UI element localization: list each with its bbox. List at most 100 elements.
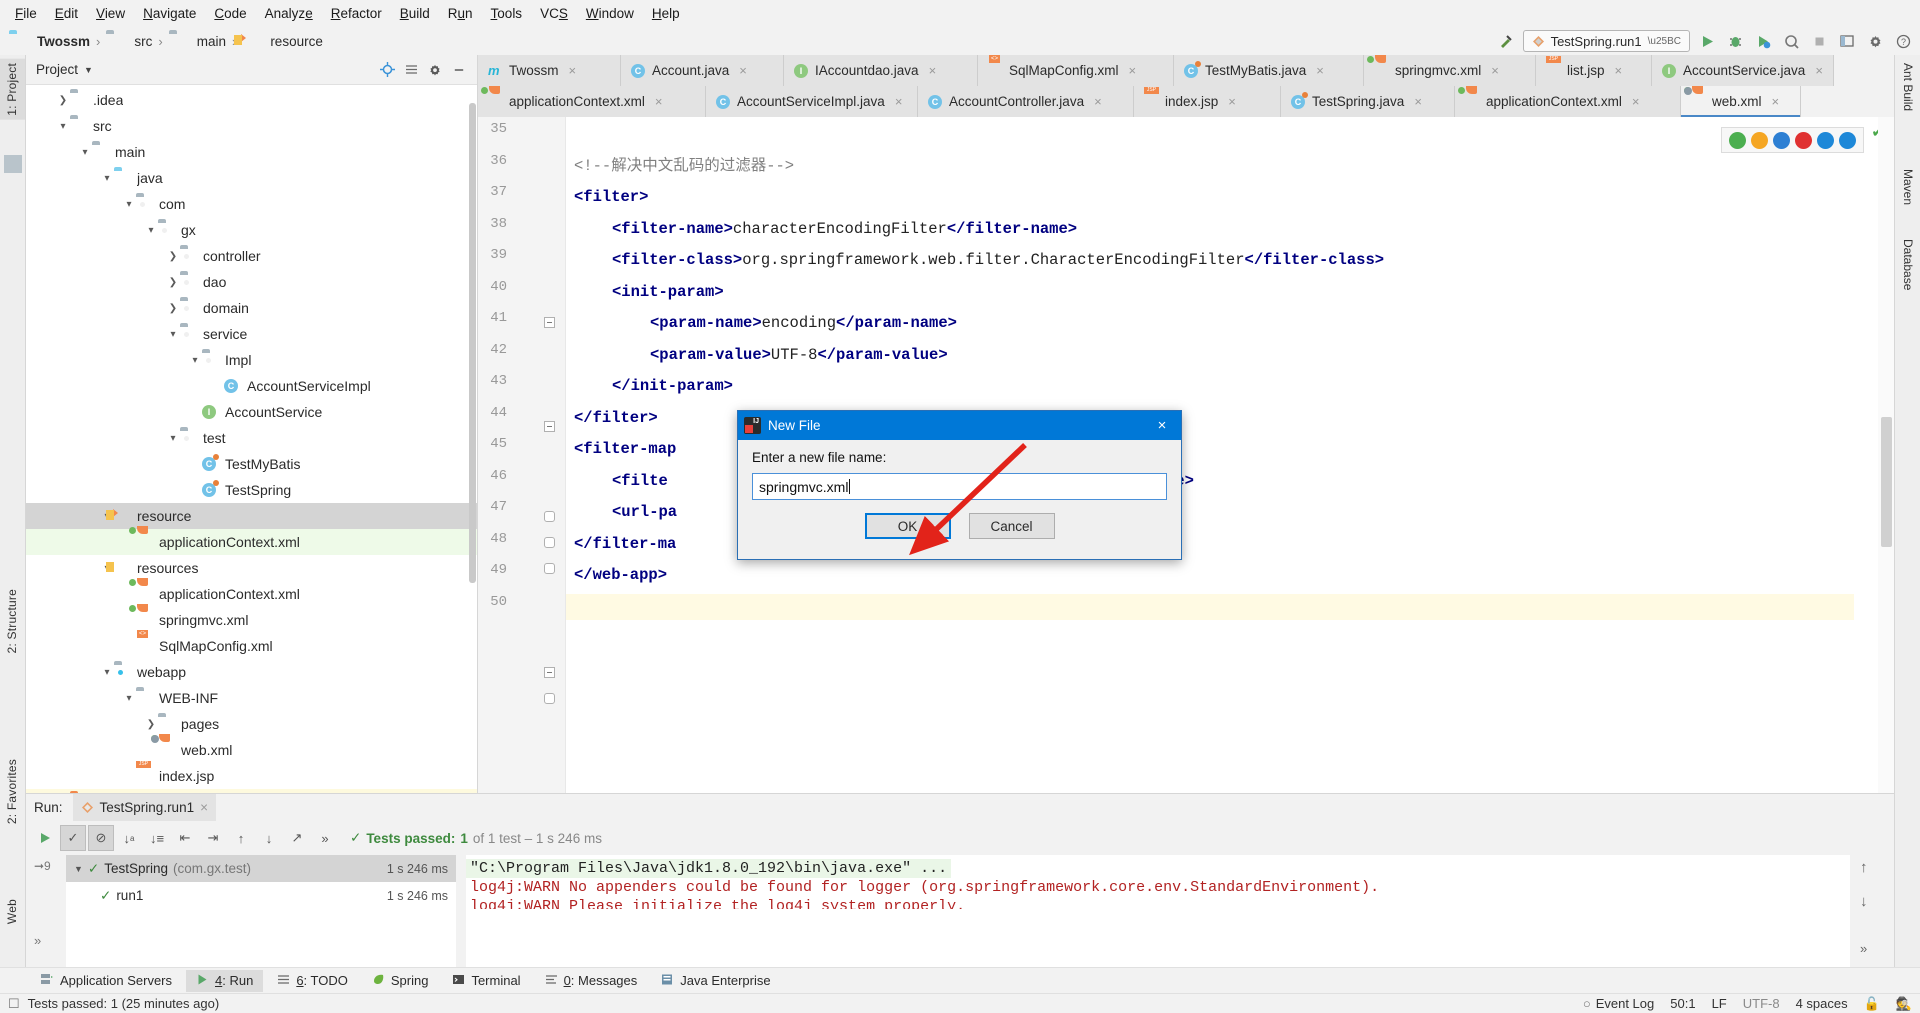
code-line[interactable]: <!--解决中文乱码的过滤器--> [574, 153, 794, 179]
code-line[interactable]: <filte [574, 468, 668, 494]
bottom-tool-0-messages[interactable]: 0: Messages [535, 970, 648, 992]
project-panel-title[interactable]: Project [32, 62, 82, 77]
editor-area[interactable]: 35 36 37 38 39 40 41 42 43 44 45 46 47 48 49 50 <!--解决中… [478, 117, 1894, 793]
editor-tab-row-1[interactable]: m Twossm × C Account.java × I IAccountdao.java ×… [478, 55, 1894, 86]
menu-item-vcs[interactable]: VCS [531, 3, 577, 24]
menu-item-edit[interactable]: Edit [46, 3, 87, 24]
prev-icon[interactable]: ↑ [228, 825, 254, 851]
hide-ignored-icon[interactable]: ⊘ [88, 825, 114, 851]
sidebar-item-ant-build[interactable]: Ant Build [1895, 59, 1920, 115]
tree-item[interactable]: web.xml [26, 735, 477, 763]
code-line[interactable]: <param-value>UTF-8</param-value> [574, 342, 948, 368]
tree-item[interactable]: ▾ test [26, 425, 477, 451]
tree-item[interactable]: index.jsp [26, 763, 477, 789]
sort-alpha-icon[interactable]: ↓ a [116, 825, 142, 851]
breakpoint-counter[interactable]: ➞9 [34, 859, 51, 873]
bottom-tool-application-servers[interactable]: Application Servers [30, 969, 182, 992]
cancel-button[interactable]: Cancel [968, 513, 1055, 539]
bottom-tool-terminal[interactable]: Terminal [442, 970, 530, 992]
close-icon[interactable]: × [200, 800, 208, 815]
editor-tab[interactable]: C AccountServiceImpl.java × [706, 86, 918, 117]
chevron-down-icon[interactable]: ▾ [144, 225, 158, 236]
tree-item[interactable]: ▾ Impl [26, 347, 477, 373]
search-everywhere-icon[interactable] [1836, 30, 1858, 52]
editor-tab[interactable]: I IAccountdao.java × [784, 55, 978, 86]
close-icon[interactable]: × [1615, 63, 1623, 78]
settings-icon[interactable] [423, 58, 447, 82]
code-line[interactable]: </init-param> [574, 373, 733, 399]
editor-tab-row-2[interactable]: applicationContext.xml × C AccountServiceIm… [478, 86, 1894, 117]
chevron-down-icon[interactable]: ▾ [56, 121, 70, 132]
editor-tab[interactable]: springmvc.xml × [1364, 55, 1536, 86]
menu-item-tools[interactable]: Tools [482, 3, 532, 24]
more-icon[interactable]: » [1860, 941, 1867, 956]
ok-button[interactable]: OK [864, 513, 951, 539]
settings-icon[interactable] [1864, 30, 1886, 52]
close-icon[interactable]: × [655, 94, 663, 109]
edge-legacy-icon[interactable] [1773, 131, 1790, 149]
test-tree-row[interactable]: ✓ run1 1 s 246 ms [66, 882, 456, 909]
caret-position[interactable]: 50:1 [1670, 996, 1695, 1011]
run-tab[interactable]: TestSpring.run1 × [72, 794, 216, 821]
chevron-down-icon[interactable]: ▾ [166, 433, 180, 444]
tree-item[interactable]: applicationContext.xml [26, 581, 477, 607]
close-icon[interactable]: × [1491, 63, 1499, 78]
tree-item[interactable]: ▾ service [26, 321, 477, 347]
tree-item[interactable]: ❯ controller [26, 243, 477, 269]
chevron-right-icon[interactable]: ❯ [166, 277, 180, 288]
test-results-tree[interactable]: ▼ ✓ TestSpring (com.gx.test) 1 s 246 ms … [66, 855, 456, 974]
tree-item[interactable]: ▾ webapp [26, 659, 477, 685]
close-icon[interactable]: × [569, 63, 577, 78]
code-line[interactable]: <url-pa [574, 499, 677, 525]
bottom-tool-spring[interactable]: Spring [362, 970, 439, 992]
editor-tab[interactable]: C AccountController.java × [918, 86, 1134, 117]
chevron-down-icon[interactable]: ▾ [188, 355, 202, 366]
editor-tab[interactable]: I AccountService.java × [1652, 55, 1834, 86]
editor-scrollbar[interactable] [1878, 117, 1894, 793]
close-icon[interactable]: × [929, 63, 937, 78]
event-log-button[interactable]: ○ Event Log [1583, 996, 1654, 1011]
chevron-right-icon[interactable]: ❯ [56, 95, 70, 106]
fold-marker[interactable] [544, 667, 555, 678]
tree-item[interactable]: ▾ src [26, 113, 477, 139]
tree-item[interactable]: ▾ WEB-INF [26, 685, 477, 711]
breadcrumb-item-resource[interactable]: resource [239, 33, 326, 49]
menu-item-analyze[interactable]: Analyze [256, 3, 322, 24]
sidebar-item-database[interactable]: Database [1895, 235, 1920, 294]
stop-icon[interactable] [1808, 30, 1830, 52]
tree-item[interactable]: ❯ dao [26, 269, 477, 295]
close-icon[interactable]: × [1129, 63, 1137, 78]
hide-icon[interactable] [447, 58, 471, 82]
close-icon[interactable]: × [1316, 63, 1324, 78]
chevron-down-icon[interactable]: ▾ [122, 199, 136, 210]
code-line[interactable]: <filter-class>org.springframework.web.fi… [574, 247, 1384, 273]
opera-icon[interactable] [1795, 131, 1812, 149]
locate-icon[interactable] [375, 58, 399, 82]
code-line[interactable]: <filter> [574, 184, 648, 210]
debug-icon[interactable] [1724, 30, 1746, 52]
console-output[interactable]: "C:\Program Files\Java\jdk1.8.0_192\bin\… [466, 855, 1850, 974]
tree-item[interactable]: ▾ com [26, 191, 477, 217]
sort-duration-icon[interactable]: ↓≡ [144, 825, 170, 851]
coverage-icon[interactable] [1752, 30, 1774, 52]
menu-item-run[interactable]: Run [439, 3, 482, 24]
chrome-icon[interactable] [1729, 131, 1746, 149]
bottom-tool-6-todo[interactable]: 6: TODO [267, 970, 358, 992]
rerun-icon[interactable] [32, 825, 58, 851]
editor-tab[interactable]: index.jsp × [1134, 86, 1281, 117]
sidebar-item-favorites[interactable]: 2: Favorites [0, 755, 25, 828]
more-icon[interactable]: » [312, 825, 338, 851]
run-configuration-selector[interactable]: TestSpring.run1 \u25BC [1522, 30, 1690, 52]
tree-item[interactable]: C AccountServiceImpl [26, 373, 477, 399]
sidebar-item-structure[interactable]: 2: Structure [0, 585, 25, 657]
indent-setting[interactable]: 4 spaces [1796, 996, 1848, 1011]
edge-icon[interactable] [1839, 131, 1856, 149]
tree-item[interactable]: ▾ java [26, 165, 477, 191]
expand-all-icon[interactable]: ⇤ [172, 825, 198, 851]
tree-item[interactable]: ▾resource [26, 503, 477, 529]
breadcrumb-item-src[interactable]: src [103, 33, 155, 49]
code-line[interactable] [574, 121, 583, 147]
tree-item[interactable]: C TestSpring [26, 477, 477, 503]
file-name-input[interactable]: springmvc.xml [752, 473, 1167, 500]
run-icon[interactable] [1696, 30, 1718, 52]
